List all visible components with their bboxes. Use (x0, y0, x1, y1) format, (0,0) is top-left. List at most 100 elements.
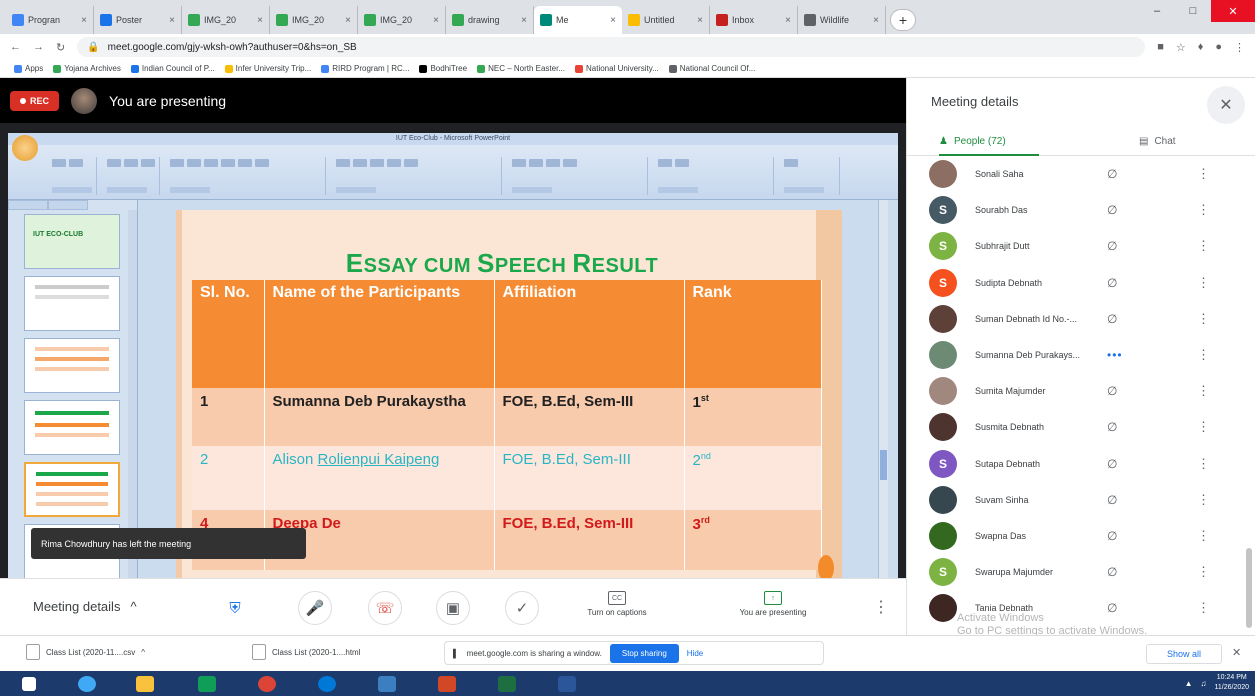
back-icon[interactable]: ← (10, 41, 21, 53)
close-downloads-icon[interactable]: ✕ (1232, 646, 1241, 659)
stop-sharing-button[interactable]: Stop sharing (609, 643, 679, 663)
clock[interactable]: 10:24 PM 11/26/2020 (1214, 673, 1249, 693)
app-icon[interactable] (370, 673, 404, 694)
captions-button[interactable]: CC Turn on captions (562, 591, 672, 617)
volume-icon[interactable]: ♫ (1200, 679, 1206, 688)
browser-tab[interactable]: drawing × (446, 6, 534, 34)
bookmark-item[interactable]: National Council Of... (668, 64, 755, 73)
participant-row[interactable]: S Subhrajit Dutt ∅ ⋮ (907, 228, 1255, 264)
participant-more-icon[interactable]: ⋮ (1197, 347, 1210, 363)
participant-list-scrollbar[interactable] (1246, 548, 1252, 628)
participant-row[interactable]: Sumanna Deb Purakays... ••• ⋮ (907, 337, 1255, 373)
thumbnails-scrollbar[interactable] (128, 210, 137, 578)
slide-thumbnail-4[interactable] (24, 400, 120, 455)
participant-more-icon[interactable]: ⋮ (1197, 311, 1210, 327)
tab-close-icon[interactable]: × (433, 15, 439, 26)
mic-muted-icon[interactable]: ∅ (1107, 276, 1117, 290)
presenting-button[interactable]: ↑ You are presenting (718, 591, 828, 617)
bookmark-item[interactable]: Infer University Trip... (224, 64, 311, 73)
browser-tab[interactable]: Untitled × (622, 6, 710, 34)
tab-people[interactable]: ♟ People (72) (939, 136, 1006, 147)
ribbon-group-font[interactable] (166, 157, 326, 195)
speaking-indicator-icon[interactable]: ••• (1107, 348, 1123, 362)
close-panel-icon[interactable]: ✕ (1207, 86, 1245, 124)
store-icon[interactable] (190, 673, 224, 694)
tab-close-icon[interactable]: × (345, 15, 351, 26)
mic-muted-icon[interactable]: ∅ (1107, 312, 1117, 326)
browser-tab[interactable]: IMG_20 × (182, 6, 270, 34)
participant-row[interactable]: Suman Debnath Id No.-... ∅ ⋮ (907, 301, 1255, 337)
bookmark-item[interactable]: NEC – North Easter... (477, 64, 565, 73)
browser-tab[interactable]: Poster × (94, 6, 182, 34)
profile-avatar[interactable]: ● (1215, 41, 1222, 53)
hide-button[interactable]: Hide (687, 649, 703, 658)
download-item-1[interactable]: Class List (2020-11....csv ^ (26, 644, 145, 660)
browser-tab[interactable]: Me × (534, 6, 622, 34)
maximize-icon[interactable]: □ (1175, 0, 1211, 22)
minimize-icon[interactable]: – (1139, 0, 1175, 22)
tab-close-icon[interactable]: × (521, 15, 527, 26)
browser-tab[interactable]: Inbox × (710, 6, 798, 34)
participant-more-icon[interactable]: ⋮ (1197, 202, 1210, 218)
slide-thumbnail-5[interactable] (24, 462, 120, 517)
browser-tab[interactable]: IMG_20 × (270, 6, 358, 34)
file-explorer-icon[interactable] (128, 673, 162, 694)
tab-close-icon[interactable]: × (169, 15, 175, 26)
tab-outline[interactable] (48, 200, 88, 210)
microphone-button[interactable]: 🎤 (298, 591, 332, 625)
mic-muted-icon[interactable]: ∅ (1107, 457, 1117, 471)
participant-more-icon[interactable]: ⋮ (1197, 166, 1210, 182)
tab-chat[interactable]: ▤ Chat (1139, 136, 1176, 147)
bookmark-item[interactable]: Apps (14, 64, 43, 73)
participant-row[interactable]: Swapna Das ∅ ⋮ (907, 518, 1255, 554)
star-icon[interactable]: ☆ (1176, 41, 1186, 54)
tab-close-icon[interactable]: × (873, 15, 879, 26)
new-tab-button[interactable]: + (890, 9, 916, 31)
participant-row[interactable]: Suvam Sinha ∅ ⋮ (907, 482, 1255, 518)
bookmark-item[interactable]: Indian Council of P... (130, 64, 215, 73)
word-taskbar-icon[interactable] (550, 673, 584, 694)
browser-tab[interactable]: Progran × (6, 6, 94, 34)
ribbon-group-clipboard[interactable] (48, 157, 97, 195)
browser-menu-icon[interactable]: ⋮ (1234, 41, 1245, 54)
participant-more-icon[interactable]: ⋮ (1197, 492, 1210, 508)
mic-muted-icon[interactable]: ∅ (1107, 167, 1117, 181)
mic-muted-icon[interactable]: ∅ (1107, 384, 1117, 398)
slide-scrollbar[interactable] (878, 200, 888, 578)
more-options-icon[interactable]: ⋮ (873, 597, 889, 617)
checkmark-button[interactable]: ✓ (505, 591, 539, 625)
extension-icon[interactable]: ♦ (1198, 41, 1204, 53)
ribbon-group-editing[interactable] (654, 157, 774, 195)
participant-row[interactable]: Susmita Debnath ∅ ⋮ (907, 409, 1255, 445)
participant-more-icon[interactable]: ⋮ (1197, 419, 1210, 435)
start-windows-icon[interactable] (12, 673, 46, 694)
browser-tab[interactable]: IMG_20 × (358, 6, 446, 34)
mic-muted-icon[interactable]: ∅ (1107, 529, 1117, 543)
participant-row[interactable]: S Swarupa Majumder ∅ ⋮ (907, 554, 1255, 590)
slide-thumbnail-2[interactable] (24, 276, 120, 331)
mic-muted-icon[interactable]: ∅ (1107, 420, 1117, 434)
mic-muted-icon[interactable]: ∅ (1107, 203, 1117, 217)
participant-more-icon[interactable]: ⋮ (1197, 528, 1210, 544)
show-all-button[interactable]: Show all (1146, 644, 1222, 664)
ribbon-group-drawing[interactable] (508, 157, 648, 195)
chevron-up-icon[interactable]: ^ (141, 648, 145, 657)
ribbon-group-paragraph[interactable] (332, 157, 502, 195)
browser-tab[interactable]: Wildlife × (798, 6, 886, 34)
meeting-details-toggle[interactable]: Meeting details ^ (33, 599, 137, 614)
bookmark-item[interactable]: RIRD Program | RC... (321, 64, 409, 73)
tab-close-icon[interactable]: × (81, 15, 87, 26)
edge-icon[interactable] (310, 673, 344, 694)
ribbon-group-find[interactable] (780, 157, 840, 195)
scrollbar-thumb[interactable] (880, 450, 887, 480)
bookmark-item[interactable]: National University... (575, 64, 659, 73)
close-window-icon[interactable]: ✕ (1211, 0, 1255, 22)
forward-icon[interactable]: → (33, 41, 44, 53)
mic-muted-icon[interactable]: ∅ (1107, 239, 1117, 253)
participant-more-icon[interactable]: ⋮ (1197, 275, 1210, 291)
camera-indicator-icon[interactable]: ■ (1157, 41, 1164, 53)
mic-muted-icon[interactable]: ∅ (1107, 565, 1117, 579)
slide-thumbnail-3[interactable] (24, 338, 120, 393)
participant-more-icon[interactable]: ⋮ (1197, 383, 1210, 399)
tab-close-icon[interactable]: × (785, 15, 791, 26)
